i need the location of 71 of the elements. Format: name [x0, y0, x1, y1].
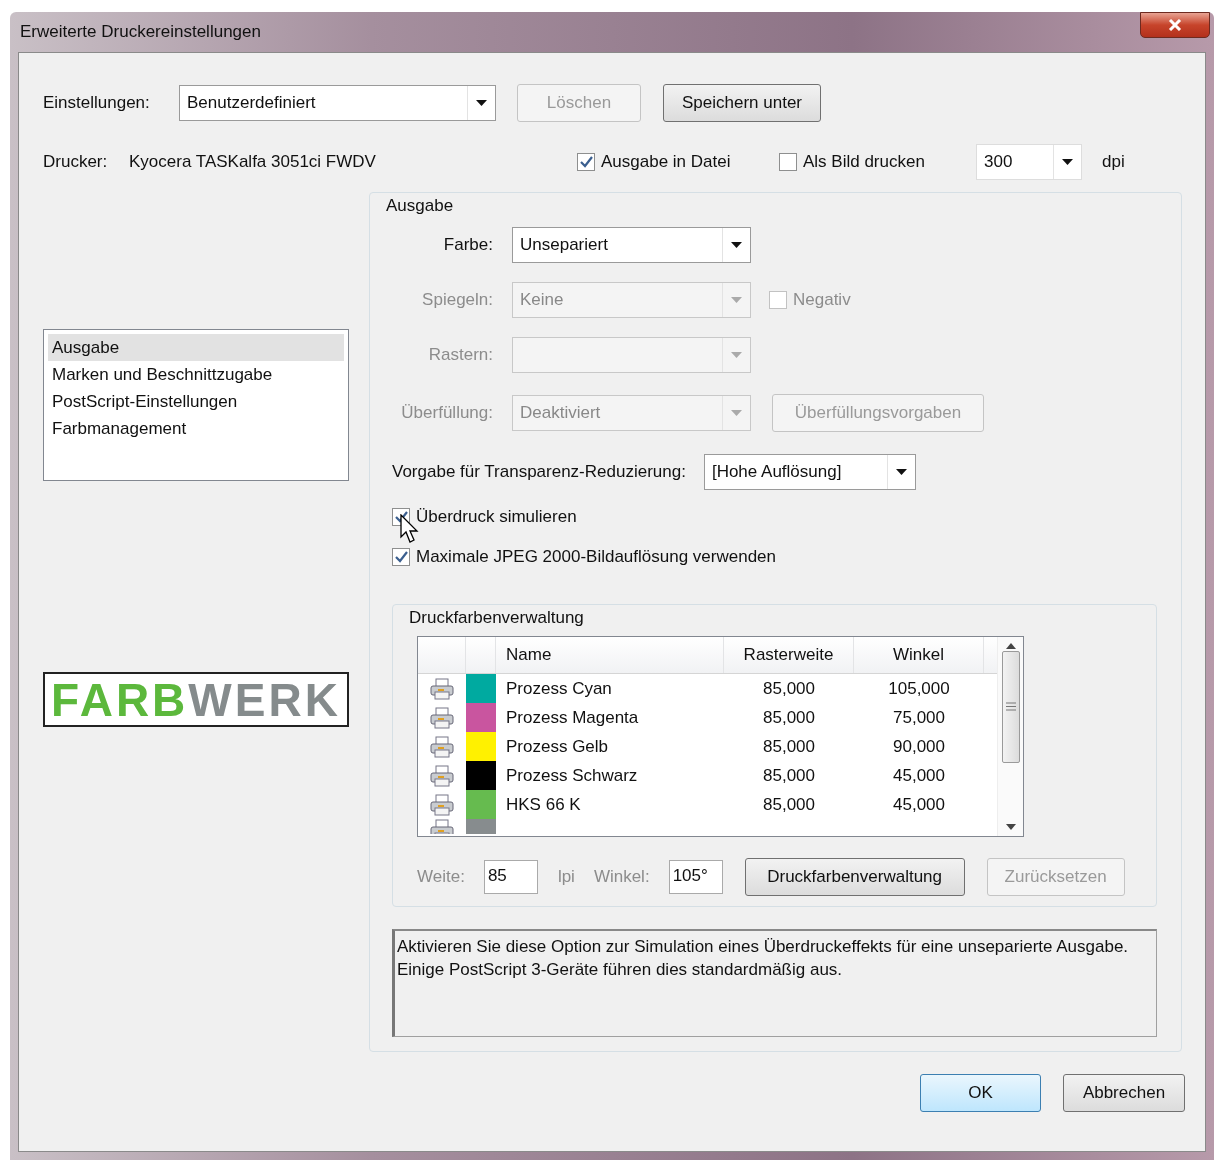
checkbox[interactable] — [392, 547, 410, 566]
button[interactable]: Druckfarbenverwaltung — [744, 858, 965, 896]
table-cell-text: 75,000 — [892, 706, 946, 729]
list-item[interactable]: Farbmanagement — [48, 415, 344, 442]
scroll-down-icon[interactable] — [1005, 824, 1016, 830]
button[interactable]: Speichern unter — [663, 84, 821, 122]
column-header[interactable]: Rasterweite — [743, 642, 834, 668]
printer-icon — [430, 764, 454, 787]
checkbox[interactable] — [577, 153, 595, 171]
printer-icon — [430, 706, 454, 729]
field-label: Überfüllung: — [400, 401, 493, 424]
field-label: Weite: — [417, 866, 465, 889]
unit-label: lpi — [557, 866, 575, 889]
field-label: Winkel: — [593, 866, 650, 889]
printer-icon — [430, 735, 454, 758]
settings-dropdown[interactable]: Benutzerdefiniert — [179, 85, 496, 121]
dropdown-arrow-icon — [731, 409, 742, 416]
close-button[interactable] — [1140, 12, 1210, 38]
dropdown-arrow-icon — [731, 351, 742, 358]
dropdown-arrow-icon — [895, 468, 907, 475]
dropdown-arrow-icon — [731, 241, 742, 248]
printer-icon — [430, 677, 454, 700]
option-label: Als Bild drucken — [803, 151, 925, 174]
scrollbar[interactable] — [997, 637, 1023, 836]
table-cell-text: 85,000 — [762, 735, 816, 758]
checkbox[interactable] — [779, 153, 797, 171]
field-label: Farbe: — [442, 233, 493, 256]
button[interactable]: OK — [920, 1074, 1041, 1112]
table-cell-text: 85,000 — [762, 793, 816, 816]
table-cell-text: 45,000 — [892, 793, 946, 816]
list-item[interactable]: PostScript-Einstellungen — [48, 388, 344, 415]
table-cell-text: 85,000 — [762, 764, 816, 787]
dropdown-arrow-icon — [1062, 159, 1073, 165]
option-label: Negativ — [793, 288, 851, 311]
logo-text: FARBWERK — [51, 676, 341, 723]
column-header[interactable]: Winkel — [893, 642, 944, 668]
dropdown[interactable]: [Hohe Auflösung] — [703, 453, 916, 490]
option-label: Maximale JPEG 2000-Bildauflösung verwenden — [416, 545, 777, 568]
table-cell-text: Prozess Magenta — [505, 706, 640, 729]
table-cell-text: Prozess Cyan — [505, 677, 613, 700]
field-label: Drucker: — [43, 151, 109, 174]
option-label: Ausgabe in Datei — [601, 151, 731, 174]
table-cell-text: 90,000 — [892, 735, 946, 758]
unit-label: dpi — [1102, 151, 1125, 174]
grip-icon — [1005, 702, 1016, 711]
table-cell-text: 85,000 — [762, 706, 816, 729]
dropdown-arrow-icon — [731, 296, 742, 303]
list-item[interactable]: Marken und Beschnittzugabe — [48, 361, 344, 388]
table-cell-text: 105,000 — [887, 677, 951, 700]
column-header[interactable]: Name — [506, 642, 552, 668]
description-text: Aktivieren Sie diese Option zur Simulation eines Überdruckeffekts für eine unseparierte Ausgabe. Einige PostScript 3-Geräte führen dies standardmäßig aus. — [392, 928, 1157, 1037]
field-label: Rastern: — [427, 343, 493, 366]
option-label: Überdruck simulieren — [416, 505, 577, 528]
table-cell-text: Prozess Schwarz — [505, 764, 639, 787]
field-label: Vorgabe für Transparenz-Reduzierung: — [392, 460, 686, 483]
close-icon — [1168, 19, 1182, 31]
window-title: Erweiterte Druckereinstellungen — [20, 21, 261, 44]
dropdown-arrow-icon — [476, 100, 487, 106]
scroll-thumb[interactable] — [1001, 650, 1020, 763]
table-cell-text: Prozess Gelb — [505, 735, 610, 758]
printer-name: Kyocera TASKalfa 3051ci FWDV — [129, 151, 377, 174]
field-label: Spiegeln: — [421, 288, 493, 311]
printer-icon — [430, 793, 454, 816]
field-label: Einstellungen: — [43, 92, 151, 115]
list-item[interactable]: Ausgabe — [48, 334, 344, 361]
resolution-dropdown[interactable]: 300 — [976, 144, 1082, 180]
button[interactable]: Abbrechen — [1063, 1074, 1185, 1112]
table-cell-text: 85,000 — [762, 677, 816, 700]
table-cell-text: HKS 66 K — [505, 793, 582, 816]
dropdown[interactable]: Unsepariert — [512, 226, 751, 263]
table-cell-text: 45,000 — [892, 764, 946, 787]
